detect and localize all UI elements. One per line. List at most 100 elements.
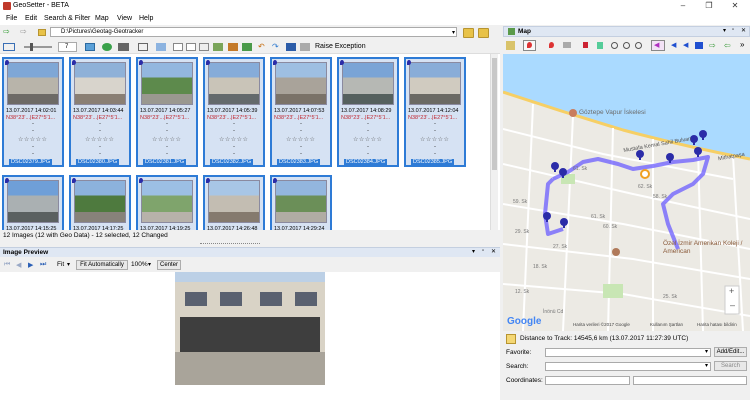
map-icon[interactable] (213, 43, 223, 51)
map-panel-float-icon[interactable]: ▫ (732, 27, 734, 33)
menu-search-filter[interactable]: Search & Filter (40, 14, 94, 23)
refresh-icon[interactable] (102, 43, 112, 51)
copy-icon[interactable] (173, 43, 183, 51)
thumbnail-card[interactable]: 13.07.2017 14:12:04 N38°23'...|E27°5'1...… (404, 57, 466, 167)
zoom-dropdown-icon[interactable]: ▾ (148, 261, 151, 268)
pin-dark-icon[interactable] (583, 42, 588, 48)
thumbnail-image[interactable] (208, 62, 260, 105)
menu-view[interactable]: View (113, 14, 136, 23)
thumbnail-card[interactable]: 13.07.2017 14:03:44 N38°23'...|E27°5'1...… (69, 57, 131, 167)
first-icon[interactable]: ⏮ (4, 261, 10, 269)
thumbnail-card[interactable]: 13.07.2017 14:29:24--☆☆☆☆☆-- (270, 175, 332, 230)
pencil-icon[interactable] (506, 334, 516, 344)
rating-stars[interactable]: ☆☆☆☆☆ (353, 136, 382, 143)
center-button[interactable]: Center (157, 260, 181, 270)
thumbnail-card[interactable]: 13.07.2017 14:15:25--☆☆☆☆☆-- (2, 175, 64, 230)
track-flag-icon[interactable] (695, 42, 703, 49)
tag-icon[interactable] (228, 43, 238, 51)
thumbnail-image[interactable] (342, 62, 394, 105)
map-panel-close-icon[interactable]: ✕ (741, 27, 746, 34)
zoom-out-map-icon[interactable] (635, 42, 642, 49)
map-panel-menu-icon[interactable]: ▾ (723, 27, 726, 34)
minimize-button[interactable]: – (672, 0, 694, 13)
thumbnail-card[interactable]: 13.07.2017 14:05:39 N38°23'...|E27°5'1...… (203, 57, 265, 167)
menu-help[interactable]: Help (135, 14, 157, 23)
binoculars-icon[interactable] (118, 43, 129, 51)
panel-float-icon[interactable]: ▫ (482, 248, 484, 254)
thumbnail-card[interactable]: 13.07.2017 14:26:48--☆☆☆☆☆-- (203, 175, 265, 230)
thumbnail-image[interactable] (275, 62, 327, 105)
menu-file[interactable]: File (2, 14, 21, 23)
zoom-dropdown[interactable]: 100% (131, 261, 148, 268)
panel-menu-icon[interactable]: ▾ (472, 248, 475, 255)
pin-gray-icon[interactable] (563, 42, 571, 48)
thumbnail-image[interactable] (74, 180, 126, 223)
search-input[interactable] (545, 362, 711, 371)
thumbnail-image[interactable] (74, 62, 126, 105)
menu-map[interactable]: Map (91, 14, 113, 23)
rating-stars[interactable]: ☆☆☆☆☆ (85, 136, 114, 143)
path-input[interactable]: D:\Pictures\Geotag-Geotracker (50, 27, 457, 37)
thumbnail-image[interactable] (7, 180, 59, 223)
raise-exception-button[interactable]: Raise Exception (315, 43, 366, 50)
folder-browse-icon[interactable] (463, 28, 474, 38)
filter-icon[interactable] (138, 43, 148, 51)
rating-stars[interactable]: ☆☆☆☆☆ (286, 136, 315, 143)
map-back-icon[interactable]: ⇦ (724, 42, 731, 50)
thumbnail-image[interactable] (275, 180, 327, 223)
rotate-icon[interactable] (156, 43, 166, 51)
thumbnail-card[interactable]: 13.07.2017 14:17:25--☆☆☆☆☆-- (69, 175, 131, 230)
thumbnail-image[interactable] (141, 180, 193, 223)
search-button[interactable]: Search (714, 361, 747, 371)
map-zoom-out-button[interactable]: – (730, 300, 735, 310)
tools-icon[interactable] (300, 43, 310, 51)
thumbnail-card[interactable]: 13.07.2017 14:05:27 N38°23'...|E27°5'1...… (136, 57, 198, 167)
rating-stars[interactable]: ☆☆☆☆☆ (18, 136, 47, 143)
view-mode-icon[interactable] (3, 43, 15, 51)
prev-icon[interactable]: ◀ (16, 261, 21, 269)
zoom-spinner[interactable]: 7 (58, 42, 77, 52)
longitude-field[interactable] (633, 376, 747, 385)
thumbnail-image[interactable] (141, 62, 193, 105)
thumbnail-card[interactable]: 13.07.2017 14:08:29 N38°23'...|E27°5'1...… (337, 57, 399, 167)
rating-stars[interactable]: ☆☆☆☆☆ (219, 136, 248, 143)
grid-scrollbar[interactable] (490, 54, 498, 230)
favorite-dropdown-icon[interactable]: ▾ (705, 348, 708, 355)
map-type-icon[interactable] (506, 41, 515, 50)
thumbnail-size-slider[interactable] (24, 46, 52, 48)
scrollbar-thumb[interactable] (492, 58, 497, 170)
tree-icon[interactable] (242, 43, 252, 51)
add-edit-button[interactable]: Add/Edit... (714, 347, 747, 357)
forward-icon[interactable]: ⇨ (20, 28, 32, 36)
panel-close-icon[interactable]: ✕ (491, 248, 496, 255)
folder-favorite-icon[interactable] (478, 28, 489, 38)
latitude-field[interactable] (545, 376, 630, 385)
current-position-marker[interactable] (640, 169, 650, 179)
sort-icon[interactable] (85, 43, 95, 51)
pin-red-icon[interactable] (549, 42, 554, 48)
paste-icon[interactable] (186, 43, 196, 51)
fit-automatically-button[interactable]: Fit Automatically (76, 260, 128, 270)
map-zoom-in-button[interactable]: + (729, 286, 734, 296)
thumbnail-image[interactable] (7, 62, 59, 105)
next-icon[interactable]: ▶ (28, 261, 33, 269)
map-canvas[interactable] (503, 54, 750, 331)
search-dropdown-icon[interactable]: ▾ (705, 362, 708, 369)
slider-handle[interactable] (30, 43, 33, 51)
map-report-link[interactable]: Harita hatası bildirin (697, 322, 737, 327)
thumbnail-image[interactable] (208, 180, 260, 223)
thumbnail-card[interactable]: 13.07.2017 14:19:25--☆☆☆☆☆-- (136, 175, 198, 230)
map-more-icon[interactable]: » (740, 40, 744, 49)
thumbnail-image[interactable] (409, 62, 461, 105)
thumbnail-card[interactable]: 13.07.2017 14:02:01 N38°23'...|E27°5'1...… (2, 57, 64, 167)
thumbnail-card[interactable]: 13.07.2017 14:07:53 N38°23'...|E27°5'1...… (270, 57, 332, 167)
maximize-button[interactable]: ❐ (698, 0, 720, 13)
menu-edit[interactable]: Edit (21, 14, 41, 23)
map-forward-icon[interactable]: ⇨ (709, 42, 716, 50)
rating-stars[interactable]: ☆☆☆☆☆ (420, 136, 449, 143)
pin-green-icon[interactable] (597, 42, 603, 49)
track-prev-icon[interactable]: ◀ (671, 42, 676, 49)
map-terms-link[interactable]: Kullanım Şartları (650, 322, 683, 327)
search-map-icon[interactable] (611, 42, 618, 49)
zoom-in-map-icon[interactable] (623, 42, 630, 49)
